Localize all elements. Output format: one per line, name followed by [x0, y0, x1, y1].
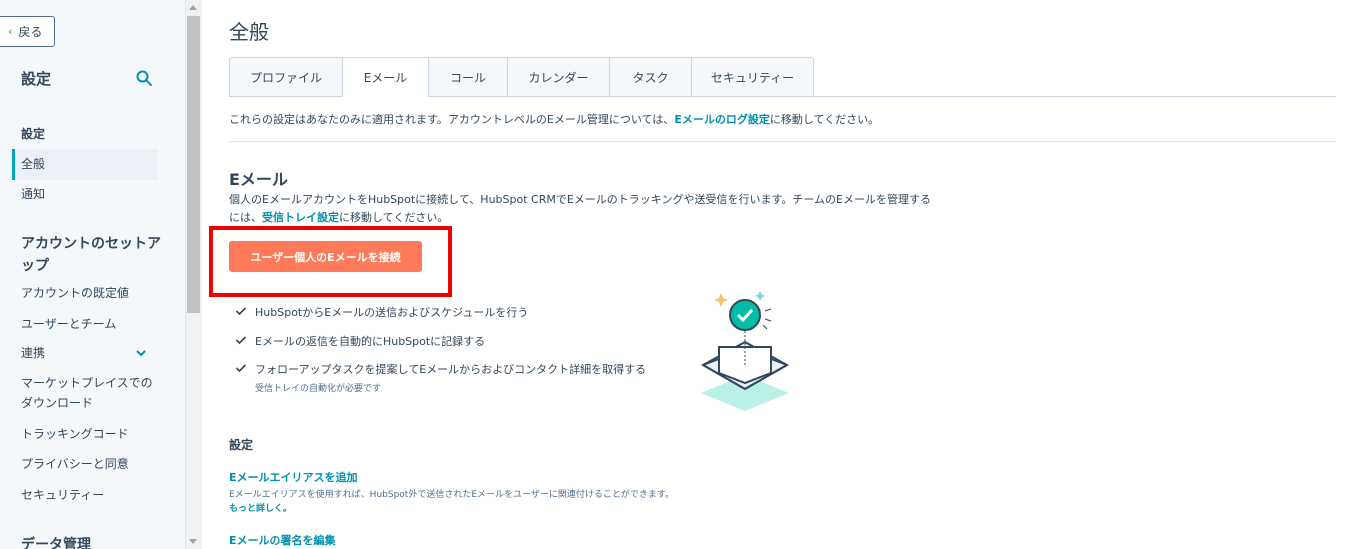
notice-suffix: に移動してください。 — [769, 113, 880, 126]
settings-subsection-title: 設定 — [229, 438, 254, 452]
connect-personal-email-button[interactable]: ユーザー個人のEメールを接続 — [229, 241, 422, 272]
feature-item: HubSpotからEメールの送信およびスケジュールを行う — [235, 304, 528, 320]
add-email-alias-link[interactable]: Eメールエイリアスを追加 — [229, 469, 358, 485]
notice-text: これらの設定はあなたのみに適用されます。アカウントレベルのEメール管理については… — [229, 111, 879, 127]
edit-email-signature-link[interactable]: Eメールの署名を編集 — [229, 532, 336, 548]
tab-calls[interactable]: コール — [429, 57, 508, 97]
feature-label: Eメールの返信を自動的にHubSpotに記録する — [255, 335, 486, 348]
section-divider — [229, 141, 1336, 142]
learn-more-link[interactable]: もっと詳しく。 — [229, 501, 292, 514]
sidebar-item-users-teams[interactable]: ユーザーとチーム — [21, 314, 116, 334]
tab-tasks[interactable]: タスク — [610, 57, 692, 97]
email-log-settings-link[interactable]: Eメールのログ設定 — [674, 113, 770, 126]
sidebar-scrollbar-thumb[interactable] — [187, 16, 200, 313]
tab-profile[interactable]: プロファイル — [229, 57, 343, 97]
sidebar-item-marketplace-downloads[interactable]: マーケットプレイスでのダウンロード — [21, 373, 161, 414]
tab-calendar[interactable]: カレンダー — [508, 57, 610, 97]
email-section-description: 個人のEメールアカウントをHubSpotに接続して、HubSpot CRMでEメ… — [229, 191, 949, 226]
page-title: 全般 — [229, 20, 269, 44]
sidebar-item-account-defaults[interactable]: アカウントの既定値 — [21, 283, 129, 303]
back-button-label: 戻る — [18, 25, 43, 39]
checkmark-icon — [235, 364, 247, 373]
email-desc-suffix: に移動してください。 — [339, 210, 449, 224]
sidebar-item-general[interactable]: 全般 — [21, 154, 45, 174]
email-desc-line1: 個人のEメールアカウントをHubSpotに接続して、HubSpot CRMでEメ… — [229, 193, 931, 206]
email-section-title: Eメール — [229, 170, 288, 189]
feature-note: 受信トレイの自動化が必要です — [255, 384, 382, 394]
sidebar-item-security[interactable]: セキュリティー — [21, 485, 104, 505]
sidebar-item-notifications[interactable]: 通知 — [21, 184, 45, 204]
settings-tabs: プロファイル Eメール コール カレンダー タスク セキュリティー — [229, 57, 814, 97]
checkmark-icon — [235, 307, 247, 316]
tab-security[interactable]: セキュリティー — [692, 57, 814, 97]
chevron-left-icon: ‹ — [8, 25, 13, 38]
settings-sidebar: ‹ 戻る 設定 設定 全般 通知 アカウントのセットアップ アカウントの既定値 … — [0, 0, 186, 549]
notice-prefix: これらの設定はあなたのみに適用されます。アカウントレベルのEメール管理については… — [229, 113, 675, 126]
sidebar-title: 設定 — [21, 70, 52, 88]
search-icon[interactable] — [135, 69, 153, 87]
feature-label: フォローアップタスクを提案してEメールからおよびコンタクト詳細を取得する — [255, 363, 647, 376]
sidebar-section-account-setup: アカウントのセットアップ — [21, 236, 161, 274]
feature-label: HubSpotからEメールの送信およびスケジュールを行う — [255, 306, 529, 319]
sidebar-item-tracking-code[interactable]: トラッキングコード — [21, 424, 129, 444]
chevron-down-icon[interactable] — [134, 346, 148, 360]
email-desc-prefix: には、 — [229, 210, 262, 224]
checkmark-icon — [235, 336, 247, 345]
email-envelope-illustration — [700, 291, 790, 411]
tab-divider — [813, 96, 1336, 97]
scroll-up-arrow-icon[interactable] — [189, 5, 197, 10]
sidebar-item-privacy-consent[interactable]: プライバシーと同意 — [21, 454, 129, 474]
tab-email[interactable]: Eメール — [343, 57, 429, 97]
sidebar-section-data-management: データ管理 — [21, 537, 91, 549]
feature-item: フォローアップタスクを提案してEメールからおよびコンタクト詳細を取得する — [235, 361, 646, 377]
feature-item: Eメールの返信を自動的にHubSpotに記録する — [235, 333, 485, 349]
inbox-settings-link[interactable]: 受信トレイ設定 — [262, 211, 339, 224]
sidebar-section-settings: 設定 — [21, 127, 46, 141]
email-alias-description: Eメールエイリアスを使用すれば、HubSpot外で送信されたEメールをユーザーに… — [229, 490, 674, 500]
scroll-down-arrow-icon[interactable] — [189, 539, 197, 544]
back-button[interactable]: ‹ 戻る — [0, 16, 55, 47]
sidebar-item-integrations[interactable]: 連携 — [21, 343, 45, 363]
